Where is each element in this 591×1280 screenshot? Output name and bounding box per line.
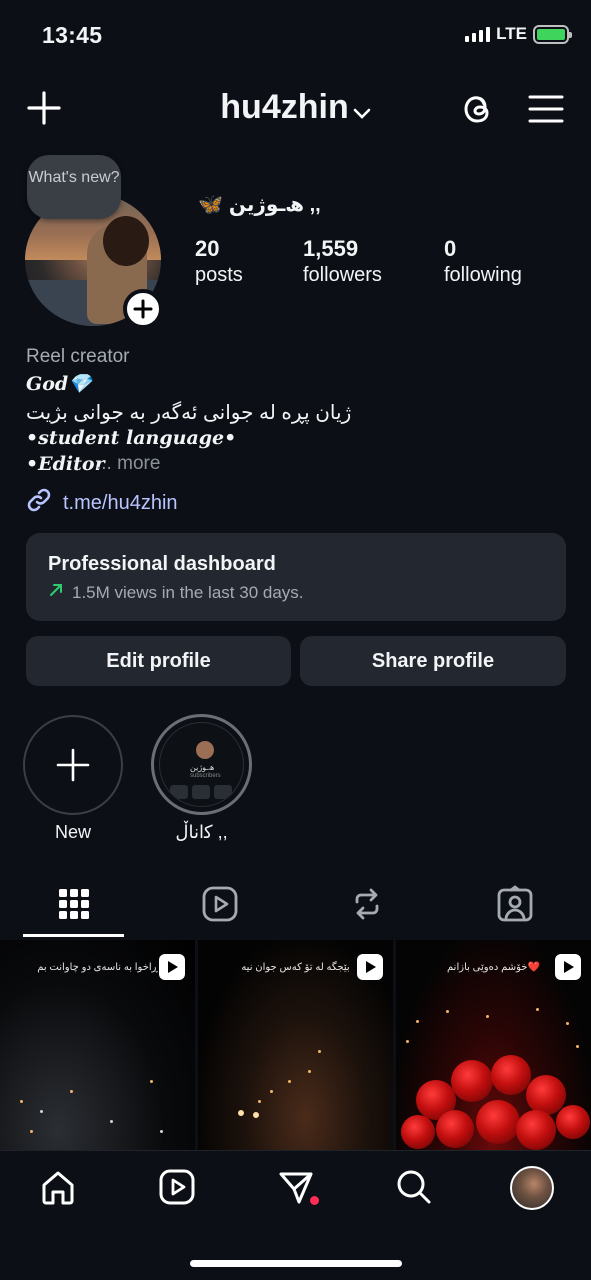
dashboard-subtitle: 1.5M views in the last 30 days. [48, 582, 544, 603]
butterfly-icon: 🦋 [198, 194, 223, 216]
share-profile-button[interactable]: Share profile [300, 636, 566, 686]
highlight-preview-name: ﮪـوژین [190, 763, 215, 772]
posts-label: posts [195, 264, 243, 286]
add-story-button[interactable] [123, 289, 163, 329]
post-thumbnail[interactable]: بێجگە لە تۆ کەس جوان نیە [198, 940, 393, 1150]
active-tab-indicator [23, 934, 124, 937]
highlight-channel-label: ﮐاناڵ ,, [175, 822, 228, 842]
menu-icon[interactable] [528, 94, 564, 124]
network-type: LTE [496, 24, 527, 43]
highlight-preview-sub: subscribers [190, 773, 221, 779]
bio-category: Reel creator [26, 346, 130, 367]
new-highlight-button[interactable] [23, 715, 123, 815]
edit-profile-button[interactable]: Edit profile [26, 636, 291, 686]
post-thumbnail[interactable]: خۆشم دەوێی بازانم❤️ [396, 940, 591, 1150]
tab-reels[interactable] [200, 884, 240, 924]
bio-link[interactable]: t.me/hu4zhin [25, 486, 178, 520]
reposts-icon [355, 888, 379, 920]
stat-posts[interactable]: 20 posts [195, 236, 243, 287]
reel-badge-icon [555, 954, 581, 980]
following-count: 0 [444, 236, 457, 261]
posts-count: 20 [195, 236, 220, 261]
tab-reposts[interactable] [347, 884, 387, 924]
trend-up-icon [48, 582, 64, 603]
tab-tagged[interactable] [495, 884, 535, 924]
account-switcher[interactable]: hu4zhin [0, 88, 591, 129]
tab-grid[interactable] [54, 884, 94, 924]
post-thumbnail[interactable]: ڕاخوا بە ناسەی دو چاوانت بم [0, 940, 195, 1150]
professional-dashboard[interactable]: Professional dashboard 1.5M views in the… [26, 533, 566, 621]
home-indicator [190, 1260, 402, 1267]
highlight-cover: ﮪـوژین subscribers [159, 722, 244, 807]
reels-icon[interactable] [157, 1167, 197, 1207]
highlight-channel[interactable]: ﮪـوژین subscribers [151, 714, 252, 815]
display-name-text: ﮪـوژین ,, [228, 194, 321, 216]
home-icon[interactable] [38, 1167, 78, 1207]
notification-dot [310, 1196, 319, 1205]
link-icon [25, 486, 53, 520]
threads-icon[interactable] [458, 90, 496, 128]
following-label: following [444, 264, 522, 286]
signal-icon [465, 26, 491, 42]
bio-line-1: God💎 [26, 373, 92, 395]
dashboard-views: 1.5M views in the last 30 days. [72, 582, 304, 602]
plus-icon [56, 748, 90, 782]
link-text: t.me/hu4zhin [63, 491, 178, 514]
reel-badge-icon [357, 954, 383, 980]
bio-more-link[interactable]: ... more [96, 453, 160, 475]
search-icon[interactable] [394, 1167, 434, 1207]
tagged-icon [497, 885, 533, 922]
dashboard-title: Professional dashboard [48, 553, 276, 575]
reel-badge-icon [159, 954, 185, 980]
bio-line-3: •student language• [26, 427, 237, 449]
grid-icon [59, 889, 89, 919]
status-indicators: LTE [465, 24, 572, 44]
bio-line-2: ژیان پڕە لە جوانی ئەگەر بە جوانی بژیت [26, 402, 352, 424]
chevron-down-icon [353, 90, 371, 129]
stat-following[interactable]: 0 following [444, 236, 522, 287]
bio-line-4: •Editor [26, 453, 105, 475]
followers-label: followers [303, 264, 382, 286]
stat-followers[interactable]: 1,559 followers [303, 236, 382, 287]
battery-icon [533, 24, 572, 44]
profile-avatar-nav[interactable] [510, 1166, 554, 1210]
followers-count: 1,559 [303, 236, 359, 261]
username: hu4zhin [220, 88, 349, 126]
notes-bubble[interactable]: What's new? [27, 155, 121, 219]
display-name: 🦋 ﮪـوژین ,, [198, 192, 321, 217]
new-highlight-label: New [54, 822, 91, 842]
status-time: 13:45 [42, 22, 103, 48]
reels-icon [202, 886, 238, 922]
